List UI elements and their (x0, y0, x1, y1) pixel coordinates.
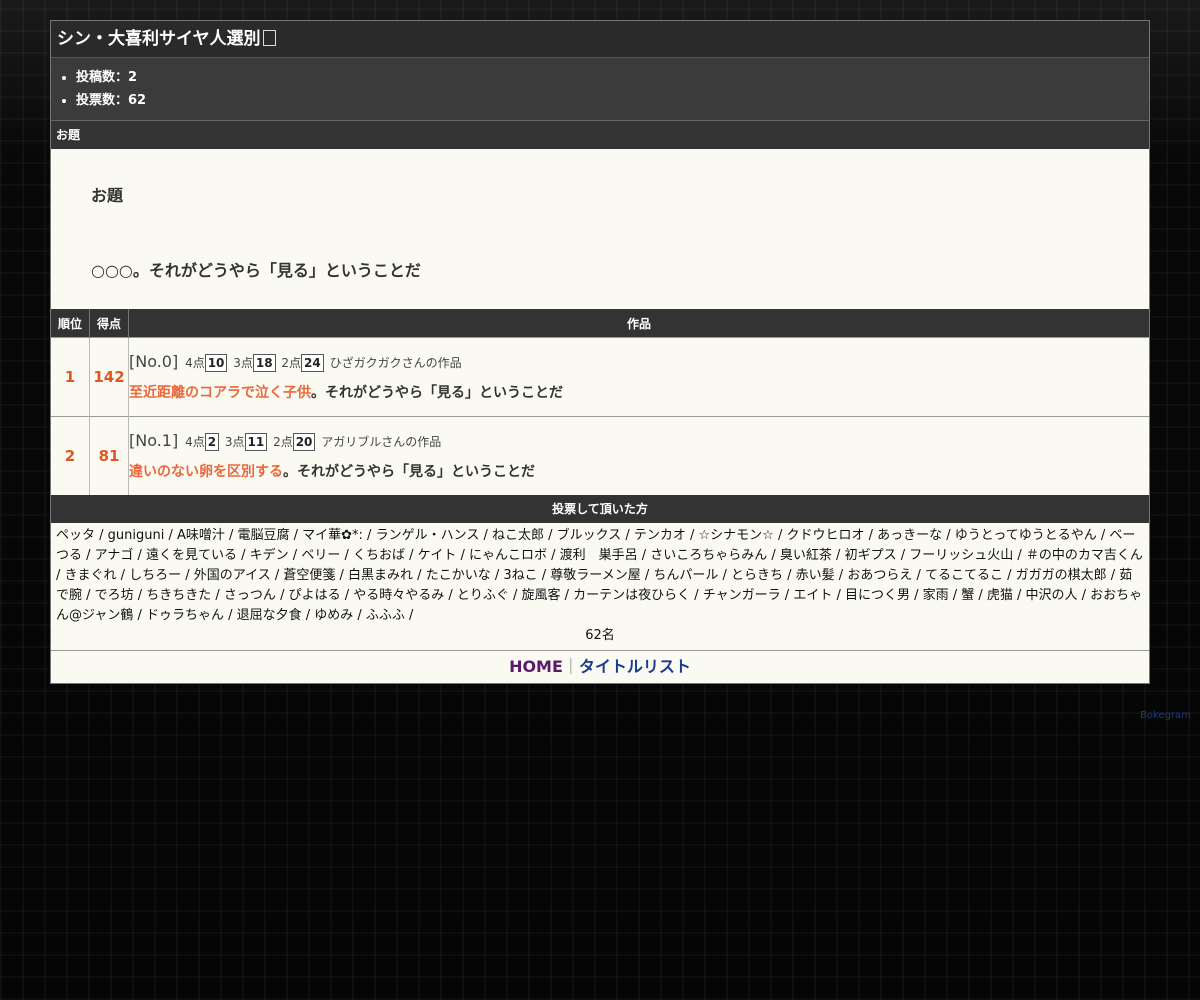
page-title: シン・大喜利サイヤ人選別 (51, 21, 1149, 58)
missing-glyph-icon (262, 30, 276, 46)
score-cell: 142 (89, 337, 129, 417)
odai-panel: お題 ○○○。それがどうやら「見る」ということだ (51, 149, 1149, 309)
answer-text: 違いのない卵を区別する。それがどうやら「見る」ということだ (129, 461, 1149, 481)
points-4-label: 4点 (185, 356, 205, 370)
answer-highlight: 違いのない卵を区別する (129, 464, 283, 480)
odai-text: ○○○。それがどうやら「見る」ということだ (91, 261, 421, 280)
score-header: 得点 (89, 309, 129, 338)
voters-header: 投票して頂いた方 (51, 495, 1149, 523)
author-name: ひざガクガクさんの作品 (329, 356, 462, 370)
home-link[interactable]: HOME (509, 657, 563, 676)
rank-cell: 2 (51, 416, 90, 495)
results-header-row: 順位 得点 作品 (51, 309, 1149, 338)
results-table: 順位 得点 作品 1 142 [No.0] 4点 10 3点 18 2点 24 ひざガ… (51, 309, 1149, 495)
table-row: 2 81 [No.1] 4点 2 3点 11 2点 20 アガリブルさんの作品 違いの… (51, 416, 1149, 495)
rank-cell: 1 (51, 337, 90, 417)
work-meta: [No.1] 4点 2 3点 11 2点 20 アガリブルさんの作品 (129, 431, 1149, 451)
answer-text: 至近距離のコアラで泣く子供。それがどうやら「見る」ということだ (129, 382, 1149, 402)
answer-highlight: 至近距離のコアラで泣く子供 (129, 385, 311, 401)
voter-list: ペッタ / guniguni / A味噌汁 / 電脳豆腐 / マイ華✿*: / … (56, 528, 1143, 623)
points-2-count: 20 (292, 433, 316, 451)
points-2-label: 2点 (273, 435, 293, 449)
stats-panel: 投稿数：2 投票数：62 (51, 58, 1149, 121)
voters-panel: ペッタ / guniguni / A味噌汁 / 電脳豆腐 / マイ華✿*: / … (51, 523, 1149, 651)
odai-section-label: お題 (51, 121, 1149, 149)
points-3-label: 3点 (233, 356, 253, 370)
points-3-label: 3点 (224, 435, 245, 449)
points-3-count: 11 (244, 433, 268, 451)
points-2-label: 2点 (281, 356, 302, 370)
work-header: 作品 (128, 309, 1149, 338)
nav-separator: ｜ (562, 657, 579, 676)
title-list-link[interactable]: タイトルリスト (579, 657, 691, 676)
work-meta: [No.0] 4点 10 3点 18 2点 24 ひざガクガクさんの作品 (129, 352, 1149, 372)
credit-link[interactable]: Bokegram (1140, 710, 1191, 721)
answer-suffix: 。それがどうやら「見る」ということだ (311, 385, 563, 401)
rank-header: 順位 (51, 309, 90, 338)
voter-count: 62名 (585, 628, 615, 643)
points-4-count: 2 (204, 433, 220, 451)
vote-count: 投票数：62 (76, 89, 1149, 112)
post-count: 投稿数：2 (76, 66, 1149, 89)
work-cell: [No.0] 4点 10 3点 18 2点 24 ひざガクガクさんの作品 至近距離のコ… (128, 337, 1149, 417)
entry-number: [No.0] (129, 352, 179, 371)
points-2-count: 24 (301, 354, 324, 372)
table-row: 1 142 [No.0] 4点 10 3点 18 2点 24 ひざガクガクさんの作品 … (51, 337, 1149, 417)
odai-heading: お題 (91, 186, 124, 205)
work-cell: [No.1] 4点 2 3点 11 2点 20 アガリブルさんの作品 違いのない卵を区… (128, 416, 1149, 495)
points-4-label: 4点 (185, 435, 205, 449)
page-title-text: シン・大喜利サイヤ人選別 (57, 29, 261, 49)
points-4-count: 10 (204, 354, 228, 372)
points-3-count: 18 (252, 354, 276, 372)
answer-suffix: 。それがどうやら「見る」ということだ (283, 464, 535, 480)
entry-number: [No.1] (129, 431, 179, 450)
footer-nav: HOME｜タイトルリスト (51, 651, 1149, 683)
main-container: シン・大喜利サイヤ人選別 投稿数：2 投票数：62 お題 お題 ○○○。それがど… (50, 20, 1150, 684)
score-cell: 81 (89, 416, 129, 495)
author-name: アガリブルさんの作品 (321, 435, 442, 449)
